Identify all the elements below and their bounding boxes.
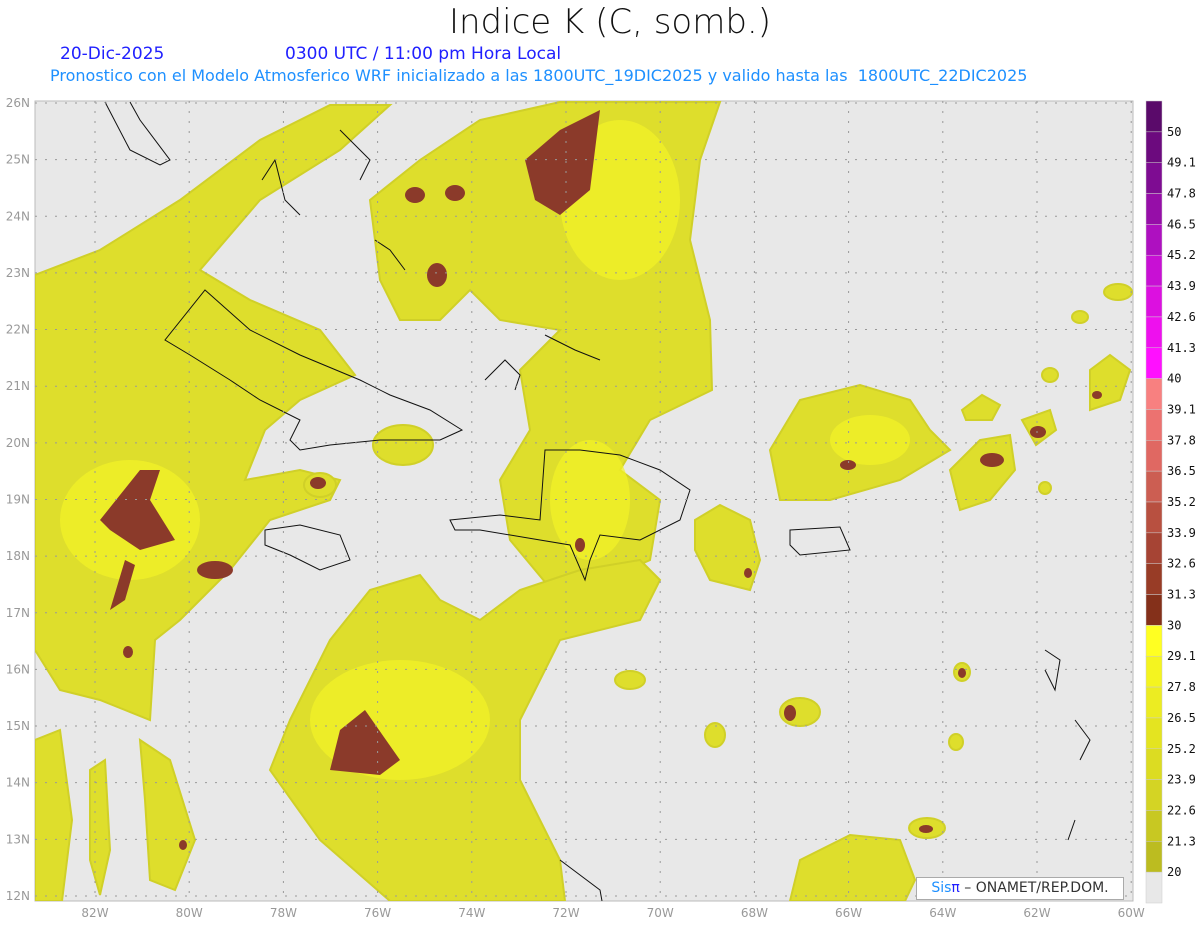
colorbar-label: 26.5 xyxy=(1167,711,1196,725)
colorbar-swatch xyxy=(1145,625,1163,657)
lat-label: 17N xyxy=(6,606,30,620)
colorbar-label: 30 xyxy=(1167,618,1181,632)
colorbar-label: 42.6 xyxy=(1167,310,1196,324)
colorbar-label: 22.6 xyxy=(1167,803,1196,817)
colorbar-swatch xyxy=(1145,470,1163,503)
colorbar-swatch xyxy=(1145,655,1163,688)
colorbar-label: 50 xyxy=(1167,125,1181,139)
colorbar-label: 46.5 xyxy=(1167,217,1196,231)
colorbar-swatch xyxy=(1145,131,1163,163)
colorbar: 50 49.1 47.8 46.5 45.2 43.9 42.6 41.3 40 39.1 37.8… xyxy=(1145,100,1196,904)
lat-label: 18N xyxy=(6,549,30,563)
lat-label: 20N xyxy=(6,436,30,450)
lon-label: 62W xyxy=(1023,906,1050,920)
colorbar-label: 40 xyxy=(1167,372,1181,386)
forecast-time: 0300 UTC / 11:00 pm Hora Local xyxy=(285,44,562,64)
colorbar-label: 43.9 xyxy=(1167,279,1196,293)
colorbar-label: 25.2 xyxy=(1167,742,1196,756)
lon-label: 82W xyxy=(81,906,108,920)
colorbar-swatch xyxy=(1145,717,1163,750)
map-title: Indice K (C, somb.) xyxy=(448,2,772,42)
lon-label: 78W xyxy=(270,906,297,920)
lat-label: 13N xyxy=(6,832,30,846)
lon-label: 70W xyxy=(647,906,674,920)
colorbar-swatch xyxy=(1145,871,1163,904)
logo-pi: π xyxy=(951,880,960,896)
colorbar-swatch xyxy=(1145,409,1163,441)
colorbar-label: 23.9 xyxy=(1167,773,1196,787)
colorbar-swatch xyxy=(1145,532,1163,564)
colorbar-label: 21.3 xyxy=(1167,834,1196,848)
lon-label: 68W xyxy=(741,906,768,920)
colorbar-swatch xyxy=(1145,100,1163,133)
colorbar-label: 37.8 xyxy=(1167,433,1196,447)
lat-label: 25N xyxy=(6,153,30,167)
colorbar-label: 20 xyxy=(1167,865,1181,879)
colorbar-swatch xyxy=(1145,224,1163,256)
colorbar-swatch xyxy=(1145,779,1163,811)
lat-label: 26N xyxy=(6,96,30,110)
colorbar-label: 41.3 xyxy=(1167,341,1196,355)
lat-label: 23N xyxy=(6,266,30,280)
lon-label: 76W xyxy=(364,906,391,920)
colorbar-swatch xyxy=(1145,254,1163,287)
colorbar-swatch xyxy=(1145,501,1163,534)
colorbar-label: 35.2 xyxy=(1167,495,1196,509)
colorbar-swatch xyxy=(1145,162,1163,194)
colorbar-swatch xyxy=(1145,748,1163,780)
onamet-logo: Sisπ – ONAMET/REP.DOM. xyxy=(916,877,1124,900)
colorbar-swatch xyxy=(1145,841,1163,873)
colorbar-label: 33.9 xyxy=(1167,526,1196,540)
lat-label: 19N xyxy=(6,492,30,506)
colorbar-label: 36.5 xyxy=(1167,464,1196,478)
colorbar-swatch xyxy=(1145,193,1163,225)
colorbar-label: 49.1 xyxy=(1167,156,1196,170)
colorbar-label: 32.6 xyxy=(1167,557,1196,571)
colorbar-label: 39.1 xyxy=(1167,402,1196,416)
lon-label: 64W xyxy=(929,906,956,920)
lat-label: 12N xyxy=(6,889,30,903)
colorbar-swatch xyxy=(1145,440,1163,472)
lat-label: 14N xyxy=(6,776,30,790)
colorbar-label: 27.8 xyxy=(1167,680,1196,694)
colorbar-swatch xyxy=(1145,563,1163,595)
logo-text: – ONAMET/REP.DOM. xyxy=(959,880,1109,896)
lat-label: 15N xyxy=(6,719,30,733)
colorbar-swatch xyxy=(1145,316,1163,349)
colorbar-label: 47.8 xyxy=(1167,187,1196,201)
weather-map: 82W 80W 78W 76W 74W 72W 70W 68W 66W 64W 62W 60W 26N 2… xyxy=(6,96,1196,920)
colorbar-label: 45.2 xyxy=(1167,248,1196,262)
lon-label: 60W xyxy=(1118,906,1145,920)
colorbar-swatch xyxy=(1145,686,1163,719)
lat-label: 16N xyxy=(6,662,30,676)
lon-label: 72W xyxy=(552,906,579,920)
colorbar-label: 31.3 xyxy=(1167,588,1196,602)
lon-label: 74W xyxy=(458,906,485,920)
forecast-subtitle: Pronostico con el Modelo Atmosferico WRF… xyxy=(50,66,1028,85)
lat-label: 22N xyxy=(6,323,30,337)
lon-label: 80W xyxy=(176,906,203,920)
logo-sis: Sis xyxy=(931,880,952,896)
lat-label: 21N xyxy=(6,379,30,393)
lat-label: 24N xyxy=(6,209,30,223)
lon-label: 66W xyxy=(835,906,862,920)
colorbar-swatch xyxy=(1145,378,1163,410)
colorbar-swatch xyxy=(1145,810,1163,842)
colorbar-swatch xyxy=(1145,285,1163,318)
colorbar-swatch xyxy=(1145,347,1163,379)
colorbar-swatch xyxy=(1145,594,1163,626)
forecast-date: 20-Dic-2025 xyxy=(60,44,165,64)
colorbar-label: 29.1 xyxy=(1167,649,1196,663)
